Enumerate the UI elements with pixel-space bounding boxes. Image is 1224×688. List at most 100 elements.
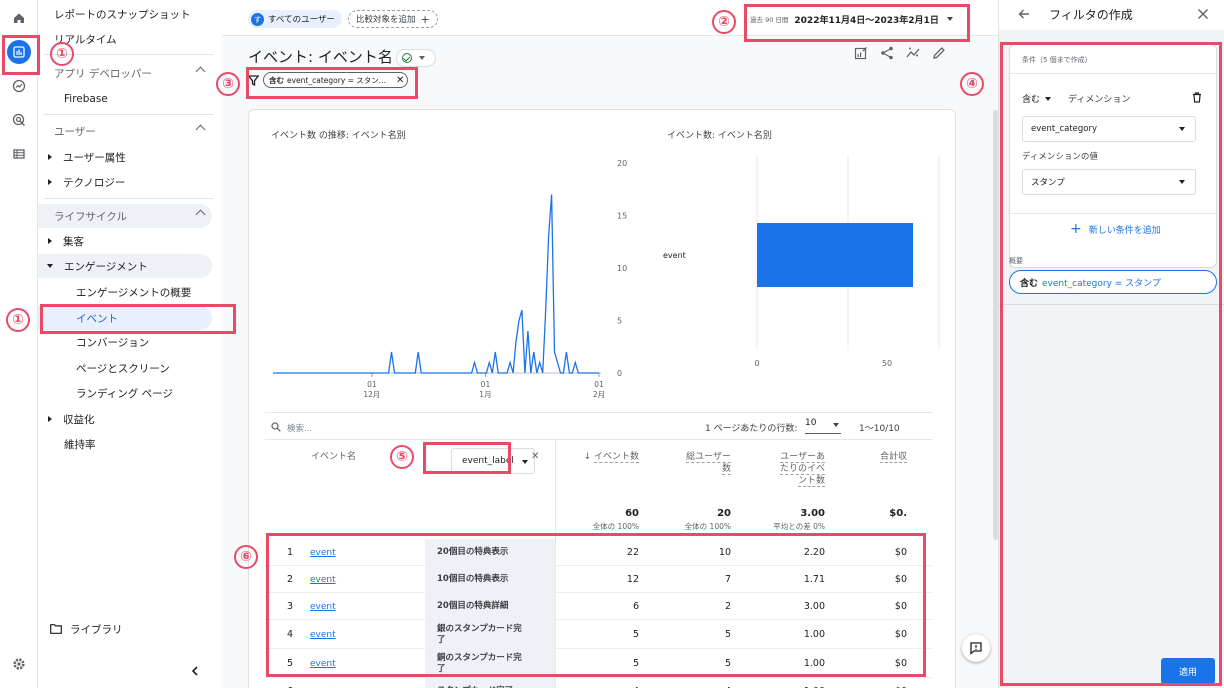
sort-down-arrow-icon: ↓ bbox=[583, 452, 592, 462]
data-quality-status[interactable] bbox=[396, 49, 436, 67]
settings-gear-icon[interactable] bbox=[7, 652, 31, 676]
search-input[interactable]: 検索... bbox=[287, 422, 312, 434]
plus-icon: + bbox=[420, 12, 430, 26]
rows-per-page-select[interactable]: 10 bbox=[805, 418, 841, 434]
collapse-arrow-icon bbox=[47, 264, 53, 268]
close-icon[interactable] bbox=[1197, 8, 1209, 20]
feedback-button[interactable] bbox=[962, 634, 990, 662]
nav-rail bbox=[0, 0, 38, 688]
expand-arrow-icon bbox=[48, 238, 52, 244]
x-tick-day-label: 01 bbox=[481, 380, 491, 389]
sidebar-item-landing-page[interactable]: ランディング ページ bbox=[38, 381, 212, 405]
bar-chart-title: イベント数: イベント名別 bbox=[667, 131, 772, 141]
annotation-box-1a bbox=[2, 35, 40, 75]
x-tick-label: 50 bbox=[882, 359, 892, 368]
advertising-icon[interactable] bbox=[7, 108, 31, 132]
chevron-up-icon bbox=[195, 124, 206, 135]
total-events-per-user: 3.00 平均との差 0% bbox=[773, 508, 825, 531]
chevron-up-icon bbox=[195, 66, 206, 77]
page-title: イベント: イベント名 bbox=[248, 48, 393, 66]
annotation-number-3: ③ bbox=[216, 72, 240, 96]
dropdown-arrow-icon bbox=[419, 56, 425, 60]
total-revenue: $0. bbox=[889, 508, 907, 519]
panel-title: フィルタの作成 bbox=[1049, 8, 1133, 22]
annotation-number-1b: ① bbox=[6, 308, 30, 332]
x-tick-day-label: 01 bbox=[367, 380, 377, 389]
annotation-box-1b bbox=[40, 304, 236, 334]
annotation-number-4: ④ bbox=[960, 72, 984, 96]
line-chart: 201510500112月011月012月 bbox=[273, 159, 627, 399]
divider bbox=[44, 114, 214, 115]
col-header-event-name[interactable]: イベント名 bbox=[311, 451, 356, 463]
annotation-box-5 bbox=[423, 442, 511, 474]
home-icon[interactable] bbox=[7, 6, 31, 30]
sidebar-section-lifecycle[interactable]: ライフサイクル bbox=[38, 204, 212, 228]
add-comparison-button[interactable]: 比較対象を追加 + bbox=[348, 10, 438, 28]
annotation-box-6 bbox=[266, 533, 926, 677]
sidebar-section-user[interactable]: ユーザー bbox=[38, 119, 212, 143]
sidebar-item-pages-screens[interactable]: ページとスクリーン bbox=[38, 356, 212, 380]
sidebar-item-library[interactable]: ライブラリ bbox=[38, 617, 212, 641]
bar-chart: 0 50 event bbox=[663, 155, 940, 368]
sidebar-item-retention[interactable]: 維持率 bbox=[38, 432, 212, 456]
user-avatar: す bbox=[251, 12, 264, 26]
expand-arrow-icon bbox=[48, 179, 52, 185]
sidebar-item-user-attributes[interactable]: ユーザー属性 bbox=[38, 145, 212, 169]
revenue-cell: $0 bbox=[859, 678, 907, 688]
rows-per-page-label: 1 ページあたりの行数: bbox=[705, 424, 798, 434]
edit-pencil-icon[interactable] bbox=[932, 46, 946, 60]
panel-header: フィルタの作成 bbox=[999, 0, 1224, 30]
x-tick-month-label: 2月 bbox=[593, 390, 605, 399]
col-header-total-revenue[interactable]: 合計収 bbox=[849, 451, 907, 463]
bar-category-label: event bbox=[663, 251, 686, 260]
x-tick-month-label: 12月 bbox=[363, 390, 380, 399]
share-icon[interactable] bbox=[880, 46, 894, 60]
sidebar-item-acquisition[interactable]: 集客 bbox=[38, 229, 212, 253]
per-user-cell: 1.00 bbox=[747, 678, 825, 688]
expand-arrow-icon bbox=[48, 154, 52, 160]
annotation-number-6: ⑥ bbox=[234, 545, 258, 569]
folder-icon bbox=[50, 624, 62, 634]
expand-arrow-icon bbox=[48, 416, 52, 422]
y-tick-label: 10 bbox=[617, 264, 627, 273]
insights-icon[interactable] bbox=[906, 46, 920, 60]
annotation-box-2 bbox=[744, 4, 970, 42]
annotation-number-1a: ① bbox=[50, 42, 74, 66]
line-series bbox=[273, 194, 599, 374]
sidebar-item-snapshot[interactable]: レポートのスナップショット bbox=[38, 2, 212, 26]
annotation-number-5: ⑤ bbox=[390, 445, 414, 469]
sidebar-item-firebase[interactable]: Firebase bbox=[38, 87, 212, 111]
annotation-number-2: ② bbox=[712, 10, 736, 34]
sidebar-item-engagement[interactable]: エンゲージメント bbox=[38, 254, 212, 278]
remove-dimension-close-icon[interactable]: ✕ bbox=[531, 451, 539, 462]
col-header-events-per-user[interactable]: ユーザーあ たりのイベ ント数 bbox=[747, 451, 825, 487]
dropdown-arrow-icon bbox=[833, 423, 839, 427]
annotation-box-4 bbox=[1000, 42, 1222, 686]
bar[interactable] bbox=[757, 223, 913, 287]
x-tick-month-label: 1月 bbox=[479, 390, 491, 399]
x-tick-day-label: 01 bbox=[594, 380, 604, 389]
feedback-icon bbox=[970, 642, 982, 655]
users-cell: 4 bbox=[663, 678, 731, 688]
customize-report-icon[interactable] bbox=[854, 46, 868, 60]
explore-icon[interactable] bbox=[7, 74, 31, 98]
table-row[interactable]: 6 event スタンプカード完了 4 4 1.00 $0 bbox=[265, 678, 933, 688]
sidebar-item-technology[interactable]: テクノロジー bbox=[38, 170, 212, 194]
collapse-sidebar-chevron-icon[interactable] bbox=[188, 664, 202, 678]
back-arrow-icon[interactable] bbox=[1017, 7, 1031, 21]
col-header-total-users[interactable]: 総ユーザー 数 bbox=[663, 451, 731, 475]
divider bbox=[44, 198, 214, 199]
y-tick-label: 5 bbox=[617, 317, 622, 326]
x-tick-label: 0 bbox=[754, 359, 759, 368]
check-circle-icon bbox=[402, 53, 412, 63]
row-index: 6 bbox=[287, 678, 293, 688]
event-label-cell: スタンプカード完了 bbox=[425, 678, 555, 688]
search-icon bbox=[271, 422, 281, 432]
sidebar: レポートのスナップショット リアルタイム アプリ デベロッパー Firebase… bbox=[38, 0, 222, 688]
annotation-box-3 bbox=[246, 67, 418, 99]
configure-icon[interactable] bbox=[7, 142, 31, 166]
all-users-chip[interactable]: す すべてのユーザー bbox=[248, 10, 342, 28]
col-header-event-count[interactable]: ↓ イベント数 bbox=[573, 451, 639, 463]
sidebar-item-monetization[interactable]: 収益化 bbox=[38, 407, 212, 431]
sidebar-item-engagement-overview[interactable]: エンゲージメントの概要 bbox=[38, 280, 212, 304]
